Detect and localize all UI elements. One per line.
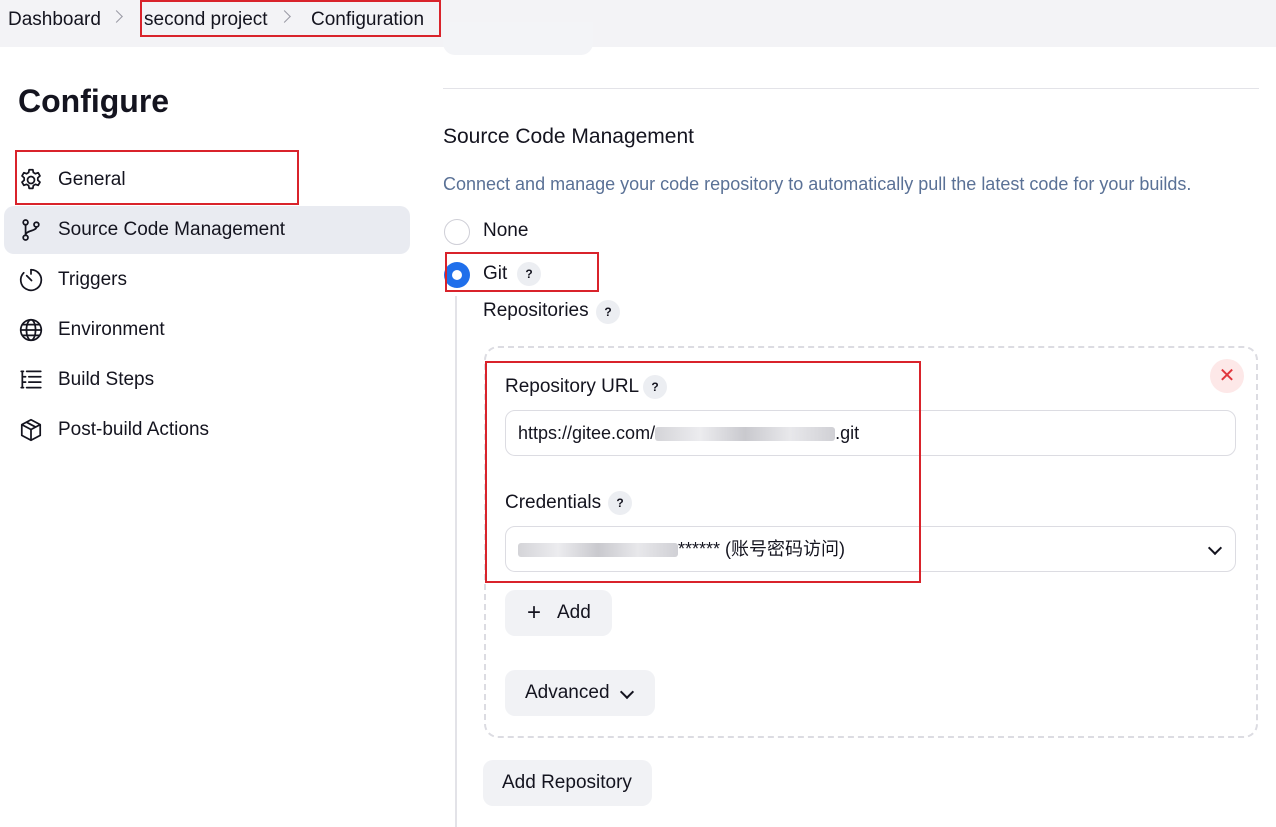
sidebar-item-label: Environment	[58, 319, 165, 340]
section-description: Connect and manage your code repository …	[443, 174, 1192, 194]
advanced-button-label: Advanced	[525, 682, 610, 703]
sidebar-item-environment[interactable]: Environment	[4, 306, 410, 354]
sidebar-item-label: Triggers	[58, 269, 127, 290]
sidebar-item-source-code-management[interactable]: Source Code Management	[4, 206, 410, 254]
sidebar-item-label: Source Code Management	[58, 219, 286, 240]
annotation-box-repository-fields	[485, 361, 921, 583]
radio-none-label: None	[483, 220, 529, 241]
chevron-down-icon	[1207, 540, 1223, 556]
chevron-right-icon	[110, 10, 123, 23]
page-title: Configure	[18, 83, 170, 119]
sidebar-item-post-build-actions[interactable]: Post-build Actions	[4, 406, 410, 454]
repositories-label: Repositories	[483, 300, 589, 321]
plus-icon: +	[527, 599, 542, 626]
section-divider	[443, 88, 1259, 89]
globe-icon	[19, 318, 43, 342]
add-button-label: Add	[557, 602, 591, 623]
sidebar-item-triggers[interactable]: Triggers	[4, 256, 410, 304]
add-repository-button[interactable]: Add Repository	[483, 760, 652, 806]
advanced-button[interactable]: Advanced	[505, 670, 655, 716]
breadcrumb-dashboard[interactable]: Dashboard	[8, 8, 101, 32]
section-title: Source Code Management	[443, 125, 694, 148]
remove-repository-button[interactable]: ✕	[1210, 359, 1244, 393]
branch-icon	[22, 219, 40, 241]
annotation-box-breadcrumb	[140, 0, 441, 37]
sidebar-item-label: Post-build Actions	[58, 419, 210, 440]
sidebar-item-label: Build Steps	[58, 369, 155, 390]
chevron-down-icon	[619, 684, 635, 700]
annotation-box-git	[445, 252, 599, 292]
radio-none[interactable]	[444, 219, 470, 245]
sidebar-item-build-steps[interactable]: Build Steps	[4, 356, 410, 404]
add-credentials-button[interactable]: + Add	[505, 590, 612, 636]
list-icon	[20, 370, 42, 389]
package-icon	[20, 418, 42, 442]
git-options-guide-line	[455, 296, 457, 827]
annotation-box-general	[15, 150, 299, 205]
previous-section-button[interactable]	[443, 22, 593, 55]
timer-icon	[19, 268, 43, 292]
help-icon[interactable]: ?	[596, 300, 620, 324]
